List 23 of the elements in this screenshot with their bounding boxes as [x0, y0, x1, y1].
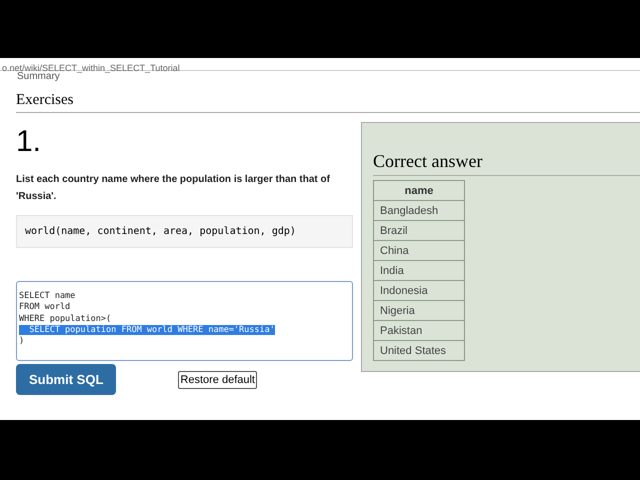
schema-code: world(name, continent, area, population, gdp)	[16, 215, 353, 248]
table-cell: Nigeria	[374, 300, 464, 320]
exercise-number: 1.	[16, 125, 42, 159]
table-cell: India	[374, 260, 464, 280]
answer-heading: Correct answer	[373, 151, 640, 176]
code-line: SELECT name	[19, 291, 76, 301]
column-header: name	[374, 180, 464, 200]
table-cell: Brazil	[374, 220, 464, 240]
restore-button[interactable]: Restore default	[178, 370, 257, 388]
page-url: o.net/wiki/SELECT_within_SELECT_Tutorial	[1, 63, 180, 73]
question-text: List each country name where the population is larger than that of 'Russia'.	[16, 173, 331, 204]
code-line: WHERE population>(	[19, 314, 112, 324]
sql-editor[interactable]: SELECT name FROM world WHERE population>( SELECT population FROM world WHERE name='Russia' )	[16, 281, 353, 361]
table-cell: China	[374, 240, 464, 260]
table-cell: Bangladesh	[374, 200, 464, 220]
table-cell: Indonesia	[374, 280, 464, 300]
summary-link[interactable]: Summary	[0, 71, 640, 83]
submit-button[interactable]: Submit SQL	[16, 364, 116, 395]
code-line: )	[19, 336, 24, 346]
code-line: FROM world	[19, 302, 70, 312]
table-cell: Pakistan	[374, 320, 464, 340]
table-cell: United States	[374, 340, 464, 360]
section-heading: Exercises	[16, 92, 640, 113]
